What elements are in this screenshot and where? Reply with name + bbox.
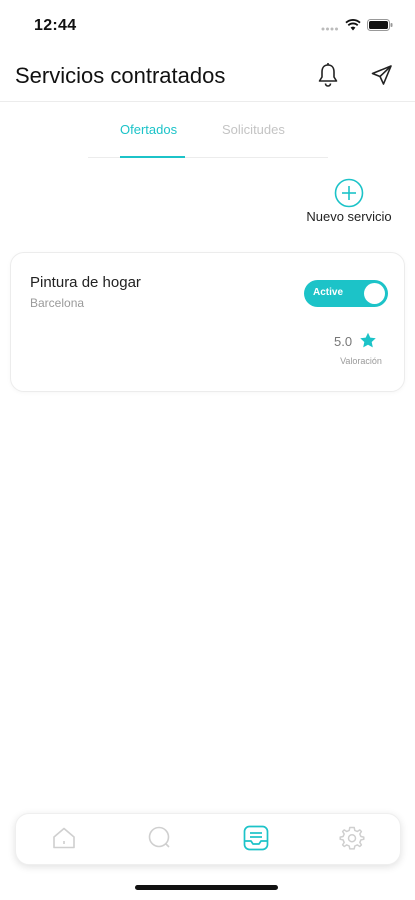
rating-value: 5.0	[334, 334, 353, 349]
service-city: Barcelona	[30, 296, 85, 310]
page-title: Servicios contratados	[15, 63, 226, 88]
bell-icon	[316, 62, 340, 93]
active-toggle[interactable]: Active	[304, 280, 388, 307]
send-button[interactable]	[366, 61, 398, 93]
bottom-nav	[15, 813, 401, 865]
notifications-button[interactable]	[312, 61, 344, 93]
nav-search[interactable]	[146, 826, 174, 854]
signal-icon	[321, 18, 339, 36]
send-icon	[370, 63, 394, 92]
status-bar: 12:44	[0, 0, 415, 50]
status-time: 12:44	[34, 17, 77, 34]
inbox-icon	[242, 824, 270, 857]
service-title: Pintura de hogar	[30, 274, 141, 291]
header: Servicios contratados	[0, 55, 415, 102]
tab-ofertados[interactable]: Ofertados	[120, 122, 177, 137]
active-tab-indicator	[120, 156, 185, 158]
battery-icon	[367, 18, 393, 36]
toggle-knob	[364, 283, 385, 304]
nav-home[interactable]	[50, 826, 78, 854]
status-icons	[321, 18, 393, 36]
star-icon	[359, 332, 377, 354]
plus-circle-icon	[334, 178, 364, 213]
wifi-icon	[345, 18, 361, 36]
tabs: Ofertados Solicitudes	[88, 120, 328, 158]
rating-label: Valoración	[340, 356, 382, 366]
home-indicator	[135, 885, 278, 890]
nav-settings[interactable]	[338, 826, 366, 854]
search-icon	[147, 825, 173, 856]
gear-icon	[339, 825, 365, 856]
new-service-label: Nuevo servicio	[306, 209, 392, 224]
tab-solicitudes[interactable]: Solicitudes	[222, 122, 285, 137]
nav-services[interactable]	[242, 824, 270, 857]
home-icon	[51, 825, 77, 856]
new-service-button[interactable]: Nuevo servicio	[298, 178, 400, 228]
service-card[interactable]: Pintura de hogar Barcelona Active 5.0 Va…	[10, 252, 405, 392]
toggle-label: Active	[313, 287, 344, 298]
